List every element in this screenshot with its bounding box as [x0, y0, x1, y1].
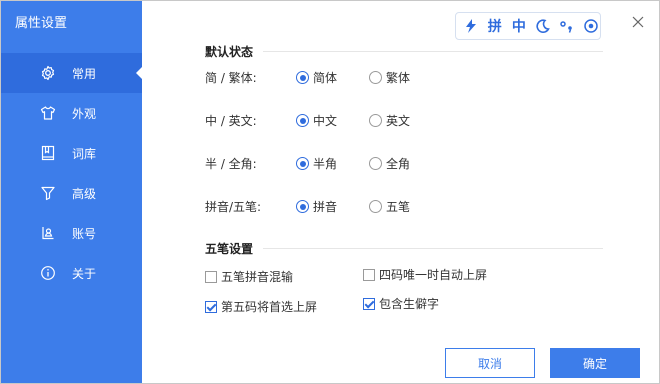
radio-traditional[interactable]: 繁体: [369, 69, 410, 86]
radio-label: 繁体: [386, 71, 411, 85]
sidebar: 属性设置 常用 外观 词库 高级 账号 关于: [1, 1, 142, 383]
radio-label: 英文: [386, 114, 411, 128]
radio-half-width[interactable]: 半角: [296, 155, 337, 172]
sidebar-item-label: 外观: [72, 107, 97, 121]
settings-icon[interactable]: [583, 17, 600, 35]
radio-label: 中文: [313, 114, 338, 128]
punctuation-icon[interactable]: [559, 17, 576, 35]
checkbox-wubi-pinyin-mix[interactable]: 五笔拼音混输: [205, 268, 293, 285]
radio-pinyin[interactable]: 拼音: [296, 198, 337, 215]
status-bar-preview: 拼 中: [455, 12, 601, 40]
gear-icon: [40, 65, 56, 81]
checkbox-box: [363, 297, 375, 310]
radio-full-width[interactable]: 全角: [369, 155, 410, 172]
row-label-half-full-width: 半 / 全角:: [205, 157, 257, 171]
radio-circle: [296, 200, 309, 213]
radio-label: 半角: [313, 157, 338, 171]
checkbox-four-code-auto-commit[interactable]: 四码唯一时自动上屏: [363, 266, 487, 283]
sidebar-item-appearance[interactable]: 外观: [1, 93, 142, 133]
radio-circle: [296, 157, 309, 170]
account-card-icon: [40, 225, 56, 241]
checkbox-box: [363, 268, 375, 281]
sidebar-menu: 常用 外观 词库 高级 账号 关于: [1, 53, 142, 293]
radio-circle: [369, 71, 382, 84]
window-title: 属性设置: [15, 16, 68, 31]
radio-circle: [369, 157, 382, 170]
default-state-title: 默认状态: [205, 45, 254, 59]
book-icon: [40, 145, 56, 161]
checkbox-label: 第五码将首选上屏: [221, 300, 318, 314]
sidebar-item-about[interactable]: 关于: [1, 253, 142, 293]
checkbox-box: [205, 270, 217, 283]
checkbox-box: [205, 300, 217, 313]
radio-label: 简体: [313, 71, 338, 85]
moon-icon[interactable]: [535, 17, 552, 35]
logo-icon: [462, 17, 479, 35]
radio-label: 全角: [386, 157, 411, 171]
cancel-button[interactable]: 取消: [445, 348, 535, 378]
close-icon[interactable]: [630, 14, 646, 30]
sidebar-item-label: 常用: [72, 67, 97, 81]
pinyin-mode-icon[interactable]: 拼: [486, 17, 503, 35]
row-label-simplified-traditional: 简 / 繁体:: [205, 71, 257, 85]
sidebar-item-advanced[interactable]: 高级: [1, 173, 142, 213]
chinese-mode-icon[interactable]: 中: [510, 17, 527, 35]
checkbox-label: 四码唯一时自动上屏: [379, 268, 488, 282]
radio-circle: [296, 71, 309, 84]
radio-wubi[interactable]: 五笔: [369, 198, 410, 215]
sidebar-item-label: 高级: [72, 187, 97, 201]
sidebar-item-account[interactable]: 账号: [1, 213, 142, 253]
settings-window: 属性设置 常用 外观 词库 高级 账号 关于 拼 中 默认状态 简 / 繁体: …: [0, 0, 660, 384]
checkbox-label: 五笔拼音混输: [221, 270, 294, 284]
radio-circle: [369, 200, 382, 213]
radio-chinese[interactable]: 中文: [296, 112, 337, 129]
radio-simplified[interactable]: 简体: [296, 69, 337, 86]
radio-circle: [296, 114, 309, 127]
radio-circle: [369, 114, 382, 127]
section-divider: [263, 51, 603, 52]
radio-english[interactable]: 英文: [369, 112, 410, 129]
sidebar-item-label: 账号: [72, 227, 97, 241]
section-divider: [263, 248, 603, 249]
row-label-chinese-english: 中 / 英文:: [205, 114, 257, 128]
checkbox-rare-chars[interactable]: 包含生僻字: [363, 295, 439, 312]
radio-label: 五笔: [386, 200, 411, 214]
sidebar-item-dictionary[interactable]: 词库: [1, 133, 142, 173]
sidebar-item-common[interactable]: 常用: [1, 53, 142, 93]
info-icon: [40, 265, 56, 281]
radio-label: 拼音: [313, 200, 338, 214]
checkbox-label: 包含生僻字: [379, 297, 440, 311]
ok-button[interactable]: 确定: [550, 348, 640, 378]
sidebar-item-label: 词库: [72, 147, 97, 161]
shirt-icon: [40, 105, 56, 121]
funnel-icon: [40, 185, 56, 201]
row-label-pinyin-wubi: 拼音/五笔:: [205, 200, 262, 214]
wubi-settings-title: 五笔设置: [205, 242, 254, 256]
checkbox-fifth-code-commit[interactable]: 第五码将首选上屏: [205, 298, 317, 315]
sidebar-item-label: 关于: [72, 267, 97, 281]
